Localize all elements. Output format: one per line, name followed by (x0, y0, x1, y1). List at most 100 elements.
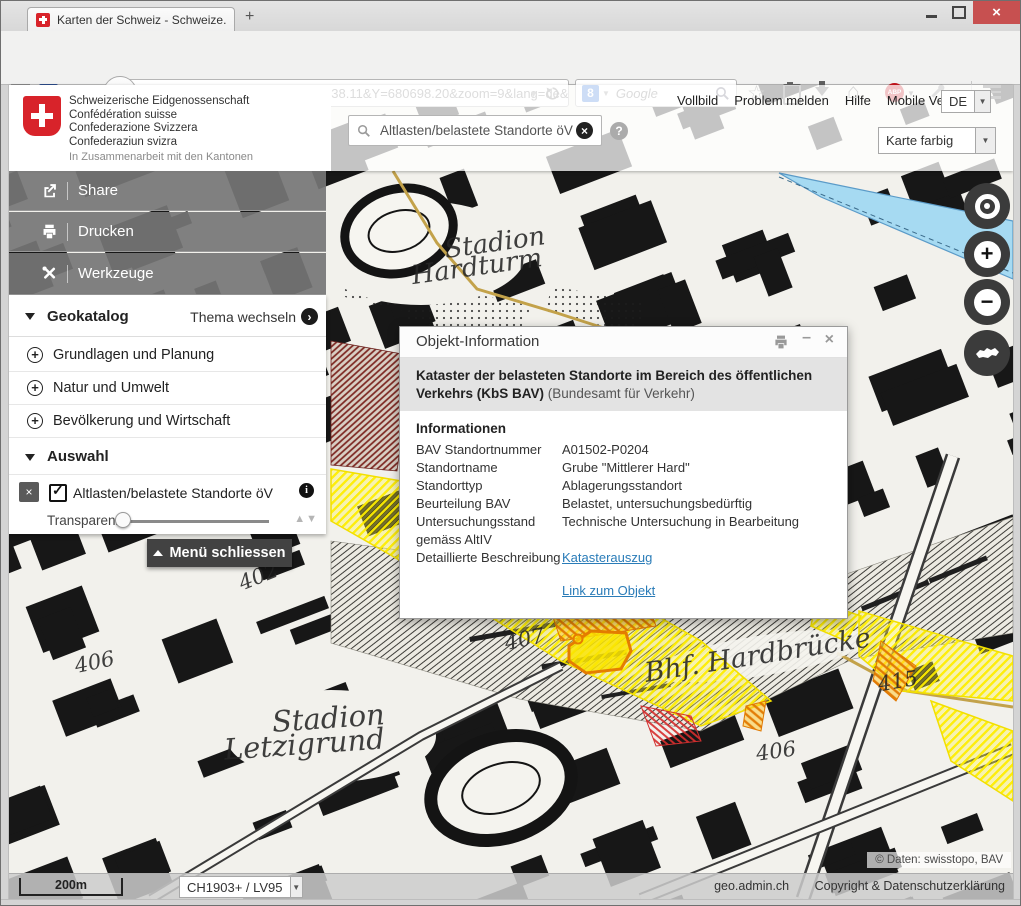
projection-value: CH1903+ / LV95 (180, 880, 290, 895)
tools-label: Werkzeuge (78, 265, 154, 282)
footer-bar: 200m CH1903+ / LV95 ▼ geo.admin.ch Copyr… (9, 873, 1013, 899)
catalog-item-natur[interactable]: + Natur und Umwelt (9, 372, 326, 405)
info-row: Beurteilung BAVBelastet, untersuchungsbe… (416, 495, 831, 513)
catalog-label-bevoelkerung: Bevölkerung und Wirtschaft (53, 413, 230, 429)
copyright-link[interactable]: Copyright & Datenschutzerklärung (815, 879, 1005, 893)
map-style-select[interactable]: Karte farbig ▼ (878, 127, 996, 154)
projection-select[interactable]: CH1903+ / LV95 ▼ (179, 876, 303, 898)
map-style-value: Karte farbig (879, 133, 975, 148)
share-label: Share (78, 182, 118, 199)
language-value: DE (942, 94, 974, 109)
info-row: Detaillierte BeschreibungKatasterauszug (416, 549, 831, 567)
window-frame-left (1, 85, 9, 906)
transparency-slider-track[interactable] (119, 520, 269, 523)
transparency-slider-knob[interactable] (115, 512, 131, 528)
transparency-row: Transparenz ▲▼ (9, 508, 326, 534)
popup-print-icon[interactable] (773, 334, 789, 350)
language-caret-icon: ▼ (974, 91, 990, 112)
transparency-label: Transparenz (47, 513, 122, 528)
window-maximize-button[interactable] (945, 1, 973, 24)
logo-line-it: Confederazione Svizzera (69, 122, 249, 136)
language-select[interactable]: DE ▼ (941, 90, 991, 113)
layer-reorder-icons[interactable]: ▲▼ (294, 513, 318, 525)
collapse-up-icon (153, 550, 163, 556)
remove-layer-button[interactable]: × (19, 482, 39, 502)
window-frame-bottom (1, 899, 1021, 906)
clear-search-icon[interactable]: × (576, 122, 593, 139)
map-search-field[interactable]: × (348, 115, 602, 146)
browser-toolbar: ← map.geo.admin.ch/?X=249138.11&Y=680698… (1, 31, 1020, 85)
search-help-icon[interactable]: ? (610, 122, 628, 140)
plus-icon: + (974, 241, 1001, 268)
expand-plus-icon[interactable]: + (27, 413, 43, 429)
share-icon (39, 182, 59, 199)
geocatalog-title: Geokatalog (47, 308, 129, 325)
nav-hilfe[interactable]: Hilfe (845, 93, 871, 108)
map-search-magnifier-icon (357, 124, 371, 138)
info-row: Link zum Objekt (416, 582, 831, 600)
browser-tab[interactable]: Karten der Schweiz - Schweize... (27, 7, 235, 31)
nav-problem-melden[interactable]: Problem melden (734, 93, 829, 108)
switzerland-outline-icon (973, 343, 1001, 363)
layer-checkbox[interactable] (49, 484, 67, 502)
confederation-names: Schweizerische Eidgenossenschaft Confédé… (69, 95, 249, 149)
scale-bar: 200m (19, 878, 123, 896)
minus-icon: − (974, 289, 1001, 316)
popup-close-icon[interactable]: × (825, 331, 834, 349)
zoom-in-button[interactable]: + (964, 231, 1010, 277)
catalog-item-grundlagen[interactable]: + Grundlagen und Planung (9, 339, 326, 372)
popup-title: Objekt-Information (416, 333, 539, 350)
window-frame-right (1013, 85, 1021, 906)
nav-vollbild[interactable]: Vollbild (677, 93, 718, 108)
selection-section-header[interactable]: Auswahl (9, 441, 326, 475)
catalog-label-grundlagen: Grundlagen und Planung (53, 347, 214, 363)
info-row: StandortnameGrube "Mittlerer Hard" (416, 459, 831, 477)
expand-plus-icon[interactable]: + (27, 380, 43, 396)
logo-panel: Schweizerische Eidgenossenschaft Confédé… (9, 85, 331, 171)
geoadmin-link[interactable]: geo.admin.ch (714, 879, 789, 893)
map-search-input[interactable] (378, 122, 576, 139)
tab-title: Karten der Schweiz - Schweize... (57, 13, 226, 27)
site-header: Schweizerische Eidgenossenschaft Confédé… (9, 85, 1013, 171)
projection-caret-icon: ▼ (290, 877, 302, 897)
sidebar-item-print[interactable]: Drucken (9, 212, 326, 252)
zoom-to-switzerland-button[interactable] (964, 330, 1010, 376)
new-tab-button[interactable]: + (245, 8, 254, 26)
geocatalog-header[interactable]: Geokatalog Thema wechseln › (9, 295, 326, 337)
popup-minimize-icon[interactable]: – (802, 329, 811, 347)
zoom-out-button[interactable]: − (964, 279, 1010, 325)
collapse-triangle-icon (25, 313, 35, 320)
info-section-title: Informationen (416, 421, 831, 436)
popup-header[interactable]: Objekt-Information – × (400, 327, 847, 358)
kataster-link[interactable]: Katasterauszug (562, 549, 831, 567)
theme-switch-link[interactable]: Thema wechseln (190, 309, 296, 325)
info-row: Untersuchungsstand gemäss AltIVTechnisch… (416, 513, 831, 549)
catalog-item-bevoelkerung[interactable]: + Bevölkerung und Wirtschaft (9, 405, 326, 438)
footer-links: geo.admin.ch Copyright & Datenschutzerkl… (692, 879, 1005, 893)
object-link[interactable]: Link zum Objekt (562, 582, 831, 600)
logo-line-rm: Confederaziun svizra (69, 136, 249, 150)
close-menu-button[interactable]: Menü schliessen (147, 539, 292, 567)
catalog-label-natur: Natur und Umwelt (53, 380, 169, 396)
geolocate-icon (975, 194, 1000, 219)
selected-site-marker (574, 635, 583, 644)
object-info-popup: Objekt-Information – × Kataster der bela… (399, 326, 848, 619)
popup-layer-heading: Kataster der belasteten Standorte im Ber… (400, 358, 847, 411)
collapse-triangle-icon (25, 454, 35, 461)
titlebar: Karten der Schweiz - Schweize... + × (1, 1, 1020, 31)
data-attribution[interactable]: © Daten: swisstopo, BAV (867, 852, 1011, 868)
geolocate-button[interactable] (964, 183, 1010, 229)
theme-switch-arrow-icon[interactable]: › (301, 308, 318, 325)
expand-plus-icon[interactable]: + (27, 347, 43, 363)
layer-name[interactable]: Altlasten/belastete Standorte öV (73, 485, 273, 501)
window-close-button[interactable]: × (973, 1, 1020, 24)
window-minimize-button[interactable] (917, 1, 945, 24)
layer-info-icon[interactable]: i (299, 483, 314, 498)
geocatalog-panel: Geokatalog Thema wechseln › + Grundlagen… (9, 295, 326, 534)
sidebar-item-share[interactable]: Share (9, 171, 326, 211)
print-icon (39, 223, 59, 240)
sidebar-item-tools[interactable]: Werkzeuge (9, 253, 326, 295)
selection-title: Auswahl (47, 448, 109, 465)
logo-line-de: Schweizerische Eidgenossenschaft (69, 95, 249, 109)
map-style-caret-icon: ▼ (975, 128, 995, 153)
